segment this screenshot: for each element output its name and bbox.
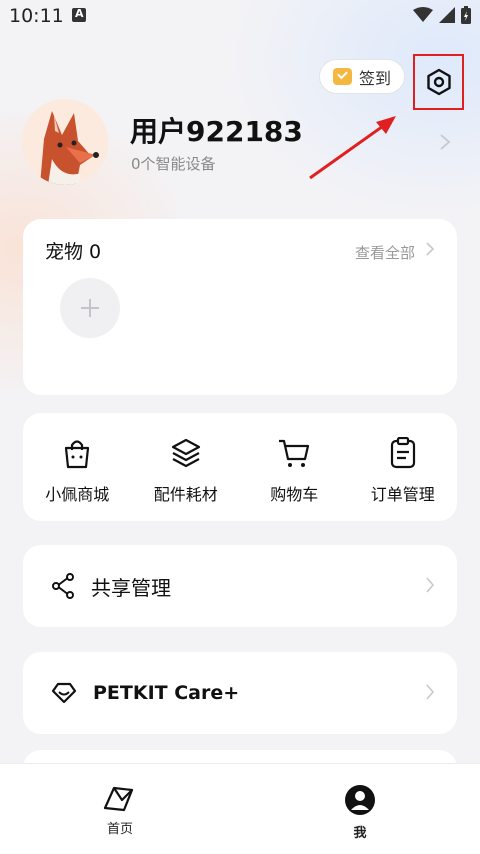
home-logo-icon [103, 786, 134, 812]
pets-title: 宠物 0 [45, 241, 102, 263]
highlight-box [413, 54, 464, 110]
share-label: 共享管理 [91, 575, 171, 600]
notification-a-icon [72, 7, 86, 22]
care-heart-icon [51, 682, 77, 704]
shortcuts-card: 小佩商城 配件耗材 购物车 订单管理 [23, 413, 457, 521]
checkin-button[interactable]: 签到 [319, 59, 405, 94]
share-icon [52, 573, 74, 599]
shortcut-label: 小佩商城 [45, 485, 110, 504]
checkin-label: 签到 [359, 68, 392, 88]
status-time: 10:11 [9, 5, 64, 27]
wifi-icon [413, 7, 433, 22]
view-all-link[interactable]: 查看全部 [355, 242, 415, 263]
calendar-check-icon [333, 68, 352, 85]
shortcut-label: 购物车 [270, 485, 319, 504]
avatar[interactable] [22, 99, 108, 185]
care-label: PETKIT Care+ [93, 682, 240, 704]
shortcut-orders[interactable]: 订单管理 [349, 413, 458, 521]
nav-me-label: 我 [353, 826, 367, 841]
device-count: 0个智能设备 [131, 155, 216, 173]
pets-card: 宠物 0 查看全部 [23, 219, 457, 395]
signal-icon [439, 7, 455, 23]
username: 用户922183 [130, 115, 303, 148]
chevron-right-icon[interactable] [439, 133, 451, 151]
petkit-care-row[interactable]: PETKIT Care+ [23, 652, 457, 734]
shortcut-label: 配件耗材 [153, 485, 218, 504]
shortcut-mall[interactable]: 小佩商城 [23, 413, 132, 521]
chevron-right-icon [426, 684, 435, 700]
add-pet-button[interactable] [60, 278, 120, 338]
bottom-nav: 首页 我 [0, 763, 480, 854]
annotation-arrow [309, 116, 396, 180]
shortcut-cart[interactable]: 购物车 [240, 413, 349, 521]
share-management-row[interactable]: 共享管理 [23, 545, 457, 627]
shortcut-accessories[interactable]: 配件耗材 [132, 413, 241, 521]
user-profile-icon [345, 785, 375, 815]
clipboard-icon [390, 437, 415, 469]
shortcut-label: 订单管理 [370, 485, 435, 504]
cart-icon [279, 439, 310, 467]
nav-me[interactable]: 我 [320, 784, 400, 841]
status-bar: 10:11 [0, 0, 480, 32]
plus-icon [81, 299, 99, 317]
status-icons [413, 6, 471, 24]
fox-avatar-icon [22, 99, 108, 185]
layers-icon [171, 438, 200, 468]
shopping-bag-icon [65, 440, 90, 469]
battery-icon [461, 6, 471, 24]
chevron-right-icon [426, 577, 435, 593]
nav-home[interactable]: 首页 [80, 784, 160, 837]
nav-home-label: 首页 [106, 822, 133, 837]
chevron-right-icon[interactable] [425, 241, 435, 257]
